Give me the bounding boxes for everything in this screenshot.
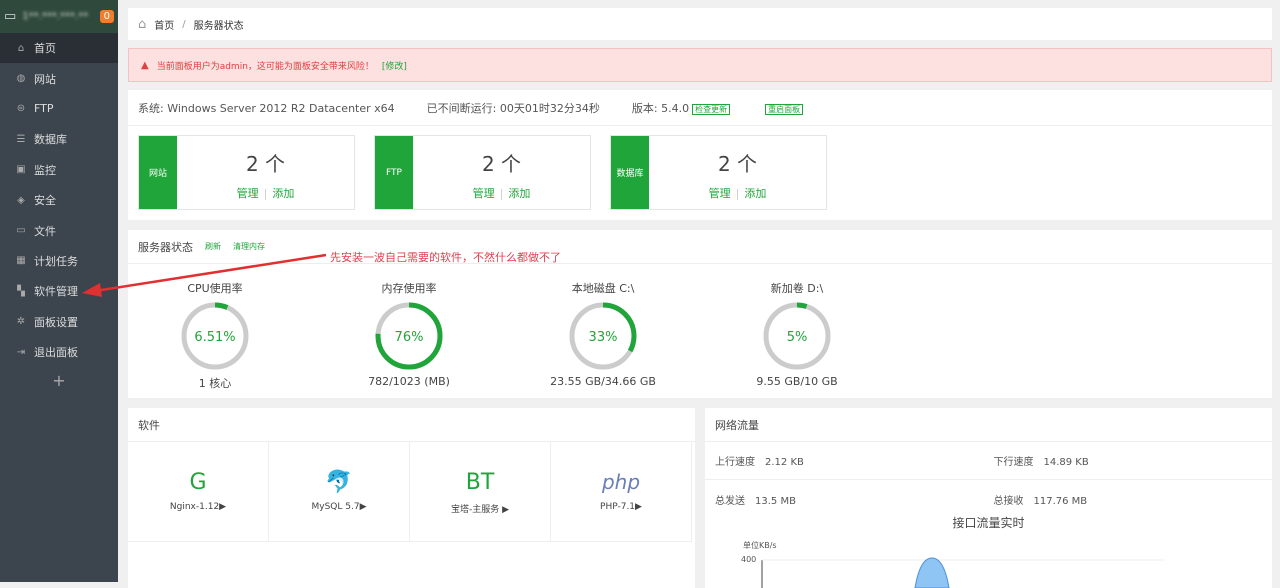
sidebar-item[interactable]: ✲ 面板设置 <box>0 307 118 337</box>
software-logo: 🐬 <box>325 469 353 495</box>
software-card: 软件 G Nginx-1.12▶ 🐬 MySQL 5.7▶ BT 宝塔-主服务 ▶ php P… <box>128 408 695 588</box>
upload-speed: 2.12 KB <box>765 457 804 468</box>
gauge-detail: 23.55 GB/34.66 GB <box>550 375 656 388</box>
check-update-button[interactable]: 检查更新 <box>692 103 731 115</box>
sidebar-item-label: 退出面板 <box>34 346 78 360</box>
network-card: 网络流量 上行速度 2.12 KB 下行速度 14.89 KB 总发送 13.5 MB 总… <box>705 408 1272 588</box>
sent-label: 总发送 <box>715 495 745 507</box>
add-button[interactable]: + <box>0 367 118 390</box>
usage-gauge[interactable]: 新加卷 D:\ 5% 9.55 GB/10 GB <box>737 280 857 388</box>
add-link[interactable]: 添加 <box>744 187 766 200</box>
recv-label: 总接收 <box>993 495 1024 507</box>
traffic-area <box>914 557 950 588</box>
software-name[interactable]: MySQL 5.7▶ <box>269 502 409 512</box>
add-link[interactable]: 添加 <box>508 187 530 200</box>
software-item[interactable]: 🐬 MySQL 5.7▶ <box>269 442 410 542</box>
sidebar-item-label: 面板设置 <box>34 315 78 329</box>
software-item[interactable]: BT 宝塔-主服务 ▶ <box>410 442 551 542</box>
total-sent: 13.5 MB <box>755 495 796 507</box>
gauge-value: 5% <box>787 330 808 345</box>
sidebar-item[interactable]: ⇥ 退出面板 <box>0 337 118 367</box>
annotation-arrow <box>82 253 327 297</box>
stat-count: 2 个 <box>717 152 758 176</box>
uptime: 已不间断运行: 00天01时32分34秒 <box>426 101 600 115</box>
software-item[interactable]: php PHP-7.1▶ <box>551 442 692 542</box>
total-received: 117.76 MB <box>1033 495 1088 507</box>
software-item[interactable]: G Nginx-1.12▶ <box>128 442 269 542</box>
logout-icon: ⇥ <box>16 346 26 358</box>
restart-panel-button[interactable]: 重启面板 <box>765 103 804 115</box>
gear-icon: ✲ <box>16 316 26 328</box>
software-logo: php <box>601 470 641 494</box>
manage-link[interactable]: 管理 <box>473 187 495 200</box>
section-title: 软件 <box>138 418 160 432</box>
chart-title: 接口流量实时 <box>952 516 1025 530</box>
software-name[interactable]: PHP-7.1▶ <box>551 502 691 512</box>
version: 版本: 5.4.0 检查更新 重启面板 <box>632 100 835 116</box>
gauge-value: 33% <box>589 330 618 345</box>
gauge-detail: 1 核心 <box>198 377 232 390</box>
gauge-ring: 6.51% <box>181 302 249 370</box>
software-name[interactable]: Nginx-1.12▶ <box>128 502 268 512</box>
section-title: 网络流量 <box>715 418 759 432</box>
traffic-chart <box>761 557 1165 588</box>
gauge-value: 6.51% <box>194 330 235 345</box>
download-speed: 14.89 KB <box>1043 457 1089 468</box>
gauge-ring: 33% <box>569 302 637 370</box>
stat-box: FTP 2 个管理 | 添加 <box>374 135 591 210</box>
stat-box: 数据库 2 个管理 | 添加 <box>610 135 827 210</box>
gauge-ring: 76% <box>375 302 443 370</box>
gauge-detail: 9.55 GB/10 GB <box>756 375 838 388</box>
gauge-title: 本地磁盘 C:\ <box>571 282 635 295</box>
stat-label: 数据库 <box>611 136 649 209</box>
gauge-title: 新加卷 D:\ <box>770 282 824 295</box>
upload-label: 上行速度 <box>715 457 755 468</box>
software-logo: BT <box>465 469 495 495</box>
software-logo: G <box>189 469 207 495</box>
gauge-value: 76% <box>395 330 424 345</box>
software-name[interactable]: 宝塔-主服务 ▶ <box>410 502 550 515</box>
manage-link[interactable]: 管理 <box>709 187 731 200</box>
usage-gauge[interactable]: 本地磁盘 C:\ 33% 23.55 GB/34.66 GB <box>543 280 663 388</box>
download-label: 下行速度 <box>993 457 1034 468</box>
gauge-ring: 5% <box>763 302 831 370</box>
gauge-detail: 782/1023 (MB) <box>368 375 450 388</box>
stat-count: 2 个 <box>481 152 522 176</box>
